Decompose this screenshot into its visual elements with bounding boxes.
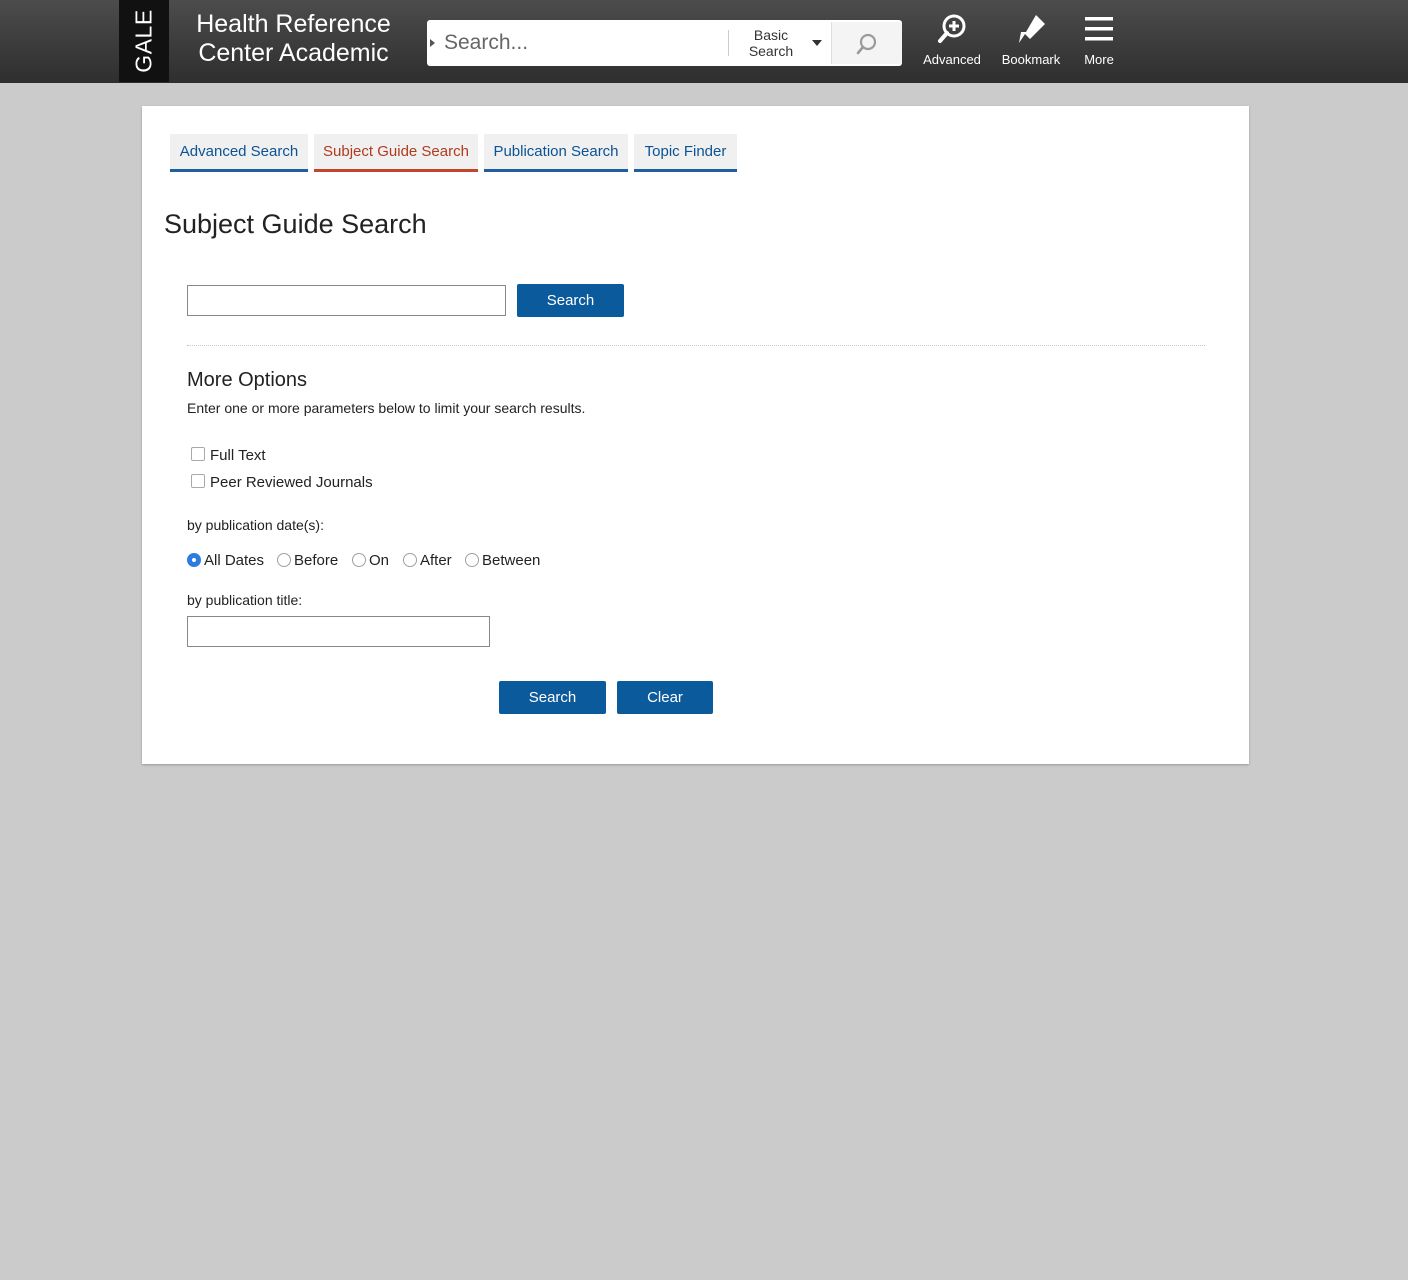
- app-title-line2: Center Academic: [198, 39, 389, 67]
- more-options-description: Enter one or more parameters below to li…: [187, 400, 586, 416]
- main-panel: Advanced Search Subject Guide Search Pub…: [142, 106, 1249, 764]
- advanced-tool-button[interactable]: Advanced: [922, 12, 982, 67]
- radio-dot[interactable]: [403, 553, 417, 567]
- radio-dot[interactable]: [187, 553, 201, 567]
- radio-dot[interactable]: [277, 553, 291, 567]
- tab-label: Advanced Search: [179, 143, 299, 160]
- tab-label: Publication Search: [493, 143, 619, 160]
- radio-label: All Dates: [204, 552, 265, 569]
- gale-logo[interactable]: GALE: [119, 0, 169, 82]
- tab-label: Topic Finder: [644, 143, 727, 160]
- gale-logo-text: GALE: [130, 9, 157, 73]
- clear-button[interactable]: Clear: [617, 681, 713, 714]
- search-submit-button[interactable]: [831, 22, 902, 64]
- radio-before[interactable]: Before: [277, 552, 338, 569]
- publication-title-input[interactable]: [187, 616, 490, 647]
- tab-topic-finder[interactable]: Topic Finder: [634, 134, 737, 172]
- tab-publication-search[interactable]: Publication Search: [484, 134, 628, 172]
- tab-subject-guide-search[interactable]: Subject Guide Search: [314, 134, 478, 172]
- tab-advanced-search[interactable]: Advanced Search: [170, 134, 308, 172]
- search-button[interactable]: Search: [499, 681, 606, 714]
- radio-dot[interactable]: [352, 553, 366, 567]
- top-bar: GALE Health Reference Center Academic Ba…: [0, 0, 1408, 83]
- app-title-line1: Health Reference: [196, 10, 391, 38]
- bookmark-tool-label: Bookmark: [1001, 52, 1061, 67]
- search-mode-line1: Basic: [753, 27, 789, 43]
- radio-all-dates[interactable]: All Dates: [187, 552, 264, 569]
- advanced-tool-label: Advanced: [923, 52, 981, 67]
- global-search-input[interactable]: [444, 31, 724, 55]
- checkbox-box[interactable]: [191, 447, 205, 461]
- publication-date-label: by publication date(s):: [187, 517, 324, 533]
- search-icon: [856, 33, 877, 55]
- page-title: Subject Guide Search: [164, 209, 427, 239]
- radio-between[interactable]: Between: [465, 552, 540, 569]
- global-search-box: Basic Search: [427, 20, 902, 66]
- radio-on[interactable]: On: [352, 552, 389, 569]
- radio-label: After: [420, 552, 452, 569]
- search-mode-line2: Search: [748, 43, 794, 59]
- peer-reviewed-checkbox[interactable]: Peer Reviewed Journals: [191, 474, 373, 491]
- subject-search-button[interactable]: Search: [517, 284, 624, 317]
- more-options-title: More Options: [187, 369, 308, 391]
- search-expand-icon[interactable]: [430, 39, 435, 47]
- radio-label: On: [369, 552, 390, 569]
- radio-label: Before: [294, 552, 339, 569]
- tab-label: Subject Guide Search: [323, 143, 469, 160]
- checkbox-box[interactable]: [191, 474, 205, 488]
- publication-title-label: by publication title:: [187, 592, 303, 608]
- search-separator: [728, 30, 729, 56]
- more-tool-button[interactable]: More: [1080, 12, 1118, 67]
- radio-dot[interactable]: [465, 553, 479, 567]
- search-mode-select[interactable]: Basic Search: [741, 27, 801, 59]
- advanced-search-icon: [938, 14, 966, 43]
- more-tool-label: More: [1084, 52, 1114, 67]
- section-divider: [187, 345, 1205, 346]
- menu-icon: [1085, 17, 1113, 41]
- app-title[interactable]: Health Reference Center Academic: [186, 10, 401, 68]
- bookmark-tool-button[interactable]: Bookmark: [1000, 12, 1062, 67]
- bookmark-icon: [1019, 15, 1045, 43]
- full-text-checkbox[interactable]: Full Text: [191, 447, 266, 464]
- checkbox-label: Full Text: [210, 447, 266, 464]
- subject-search-input[interactable]: [187, 285, 506, 316]
- radio-after[interactable]: After: [403, 552, 452, 569]
- radio-label: Between: [482, 552, 541, 569]
- checkbox-label: Peer Reviewed Journals: [210, 474, 373, 491]
- chevron-down-icon[interactable]: [812, 40, 822, 46]
